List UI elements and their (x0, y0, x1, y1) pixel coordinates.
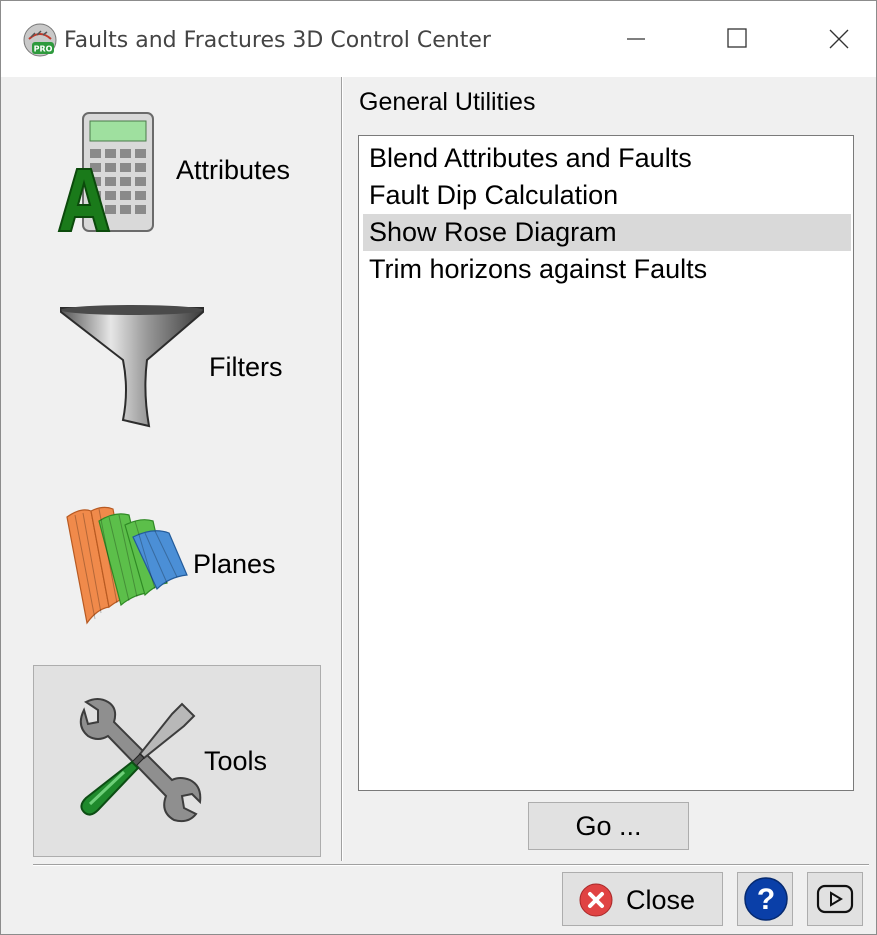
section-title: General Utilities (359, 88, 536, 116)
video-button[interactable] (807, 872, 863, 926)
calculator-icon (57, 112, 154, 232)
control-center-window: PRO Faults and Fractures 3D Control Cent… (0, 0, 877, 935)
sidebar-item-attributes[interactable]: Attributes (33, 87, 319, 277)
wrench-screwdriver-icon (79, 698, 202, 823)
funnel-icon (60, 305, 204, 428)
window-title: Faults and Fractures 3D Control Center (64, 28, 491, 53)
help-icon: ? (744, 877, 788, 921)
play-video-icon (816, 884, 854, 914)
close-button[interactable]: Close (562, 872, 723, 926)
list-item[interactable]: Fault Dip Calculation (363, 177, 851, 214)
svg-text:?: ? (757, 883, 775, 916)
list-item[interactable]: Show Rose Diagram (363, 214, 851, 251)
sidebar-item-label: Filters (209, 352, 283, 382)
maximize-icon[interactable] (707, 17, 767, 61)
sidebar-item-tools[interactable]: Tools (33, 665, 321, 857)
go-button[interactable]: Go ... (528, 802, 689, 850)
list-item[interactable]: Blend Attributes and Faults (363, 140, 851, 177)
close-window-icon[interactable] (809, 17, 869, 61)
sidebar-item-label: Attributes (176, 155, 291, 185)
close-icon (579, 883, 613, 917)
svg-text:PRO: PRO (34, 45, 53, 54)
sidebar-item-label: Tools (204, 746, 268, 776)
minimize-icon[interactable] (607, 17, 667, 61)
help-button[interactable]: ? (737, 872, 793, 926)
close-button-label: Close (626, 885, 696, 915)
title-bar[interactable]: PRO Faults and Fractures 3D Control Cent… (1, 1, 876, 77)
sidebar-item-planes[interactable]: Planes (33, 479, 319, 669)
utilities-listbox[interactable]: Blend Attributes and Faults Fault Dip Ca… (358, 135, 854, 791)
app-logo-icon: PRO (23, 23, 57, 57)
sidebar-item-label: Planes (193, 549, 276, 579)
category-sidebar: Attributes Filters Planes Tools (1, 77, 341, 861)
sidebar-item-filters[interactable]: Filters (33, 282, 319, 472)
list-item[interactable]: Trim horizons against Faults (363, 251, 851, 288)
planes-icon (66, 506, 188, 625)
